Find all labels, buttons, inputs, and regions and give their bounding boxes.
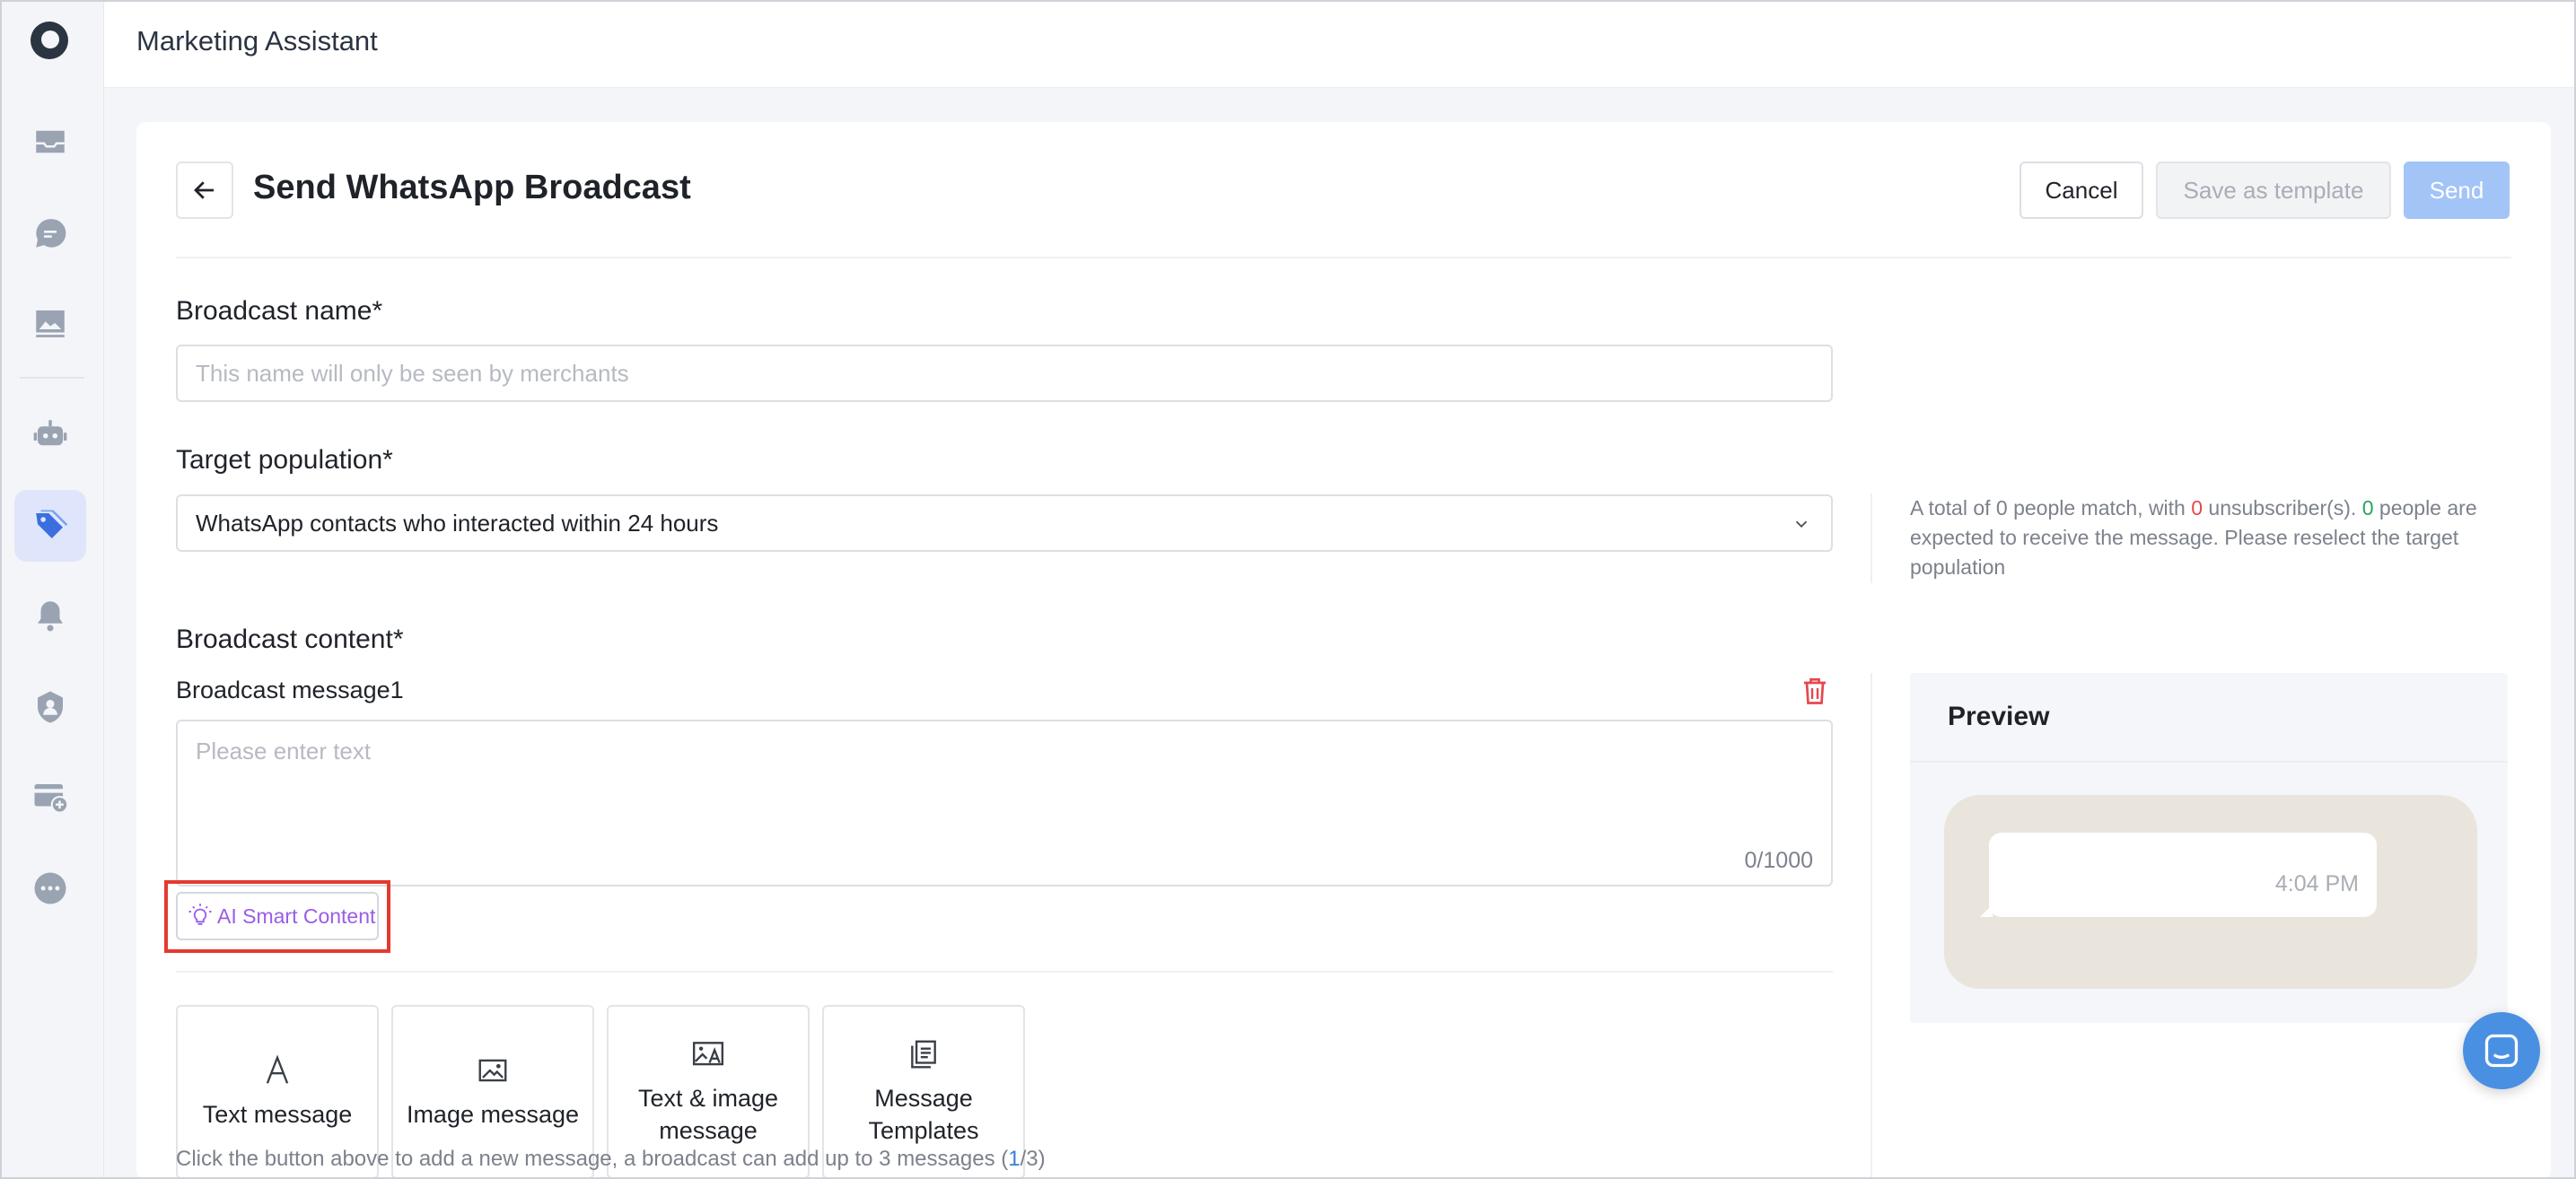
sidebar-item-chat[interactable] xyxy=(14,197,86,269)
sidebar-item-mail[interactable] xyxy=(14,106,86,178)
add-message-hint: Click the button above to add a new mess… xyxy=(176,1147,1046,1171)
sidebar-item-more[interactable] xyxy=(14,852,86,924)
robot-icon xyxy=(33,420,67,446)
templates-icon xyxy=(911,1040,936,1069)
target-population-select[interactable]: WhatsApp contacts who interacted within … xyxy=(176,494,1833,552)
text-image-icon xyxy=(692,1042,724,1066)
chat-bubble-icon xyxy=(36,219,66,248)
send-button[interactable]: Send xyxy=(2404,162,2510,219)
sidebar-divider xyxy=(20,377,84,379)
app-title: Marketing Assistant xyxy=(136,25,378,57)
arrow-left-icon xyxy=(194,181,214,199)
vertical-divider-bottom xyxy=(1871,673,1872,1179)
sidebar-item-gallery[interactable] xyxy=(14,287,86,359)
lightbulb-icon xyxy=(188,904,212,925)
broadcast-name-label: Broadcast name* xyxy=(176,296,383,326)
receiver-count: 0 xyxy=(2361,496,2374,520)
ai-smart-content-label: AI Smart Content xyxy=(217,904,376,928)
target-population-label: Target population* xyxy=(176,445,393,475)
vertical-divider-top xyxy=(1871,493,1872,583)
message-placeholder: Please enter text xyxy=(196,738,372,764)
app-logo[interactable] xyxy=(31,22,68,59)
chat-preview-background: 4:04 PM xyxy=(1944,795,2477,989)
preview-panel: Preview 4:04 PM xyxy=(1910,673,2508,1023)
cancel-button[interactable]: Cancel xyxy=(2020,162,2143,219)
tags-icon xyxy=(36,510,68,538)
broadcast-message-label: Broadcast message1 xyxy=(176,677,404,703)
bell-icon xyxy=(38,601,63,632)
broadcast-content-label: Broadcast content* xyxy=(176,624,404,654)
chat-support-icon xyxy=(2484,1034,2519,1068)
sidebar xyxy=(0,0,104,1179)
image-gallery-icon xyxy=(36,310,65,337)
sidebar-item-marketing[interactable] xyxy=(14,490,86,562)
content-divider xyxy=(176,971,1833,973)
more-icon xyxy=(34,872,66,904)
message-count-current: 1 xyxy=(1008,1147,1021,1171)
text-a-icon xyxy=(266,1054,289,1084)
preview-title: Preview xyxy=(1910,673,2508,763)
broadcast-card: Send WhatsApp Broadcast Cancel Save as t… xyxy=(136,122,2551,1179)
image-icon xyxy=(478,1059,507,1082)
sidebar-item-notifications[interactable] xyxy=(14,580,86,651)
top-header: Marketing Assistant xyxy=(104,0,2576,88)
page-title: Send WhatsApp Broadcast xyxy=(253,169,691,206)
sidebar-item-channels[interactable] xyxy=(14,761,86,833)
unsubscriber-count: 0 xyxy=(2191,496,2204,520)
chevron-down-icon xyxy=(1795,520,1808,528)
save-as-template-button[interactable]: Save as template xyxy=(2156,162,2391,219)
card-add-icon xyxy=(34,784,69,814)
mail-icon xyxy=(36,130,65,153)
message-bubble: 4:04 PM xyxy=(1980,833,2377,917)
message-textarea[interactable]: Please enter text 0/1000 xyxy=(176,720,1833,886)
support-chat-button[interactable] xyxy=(2463,1012,2540,1089)
header-divider xyxy=(176,257,2511,258)
broadcast-name-input[interactable]: This name will only be seen by merchants xyxy=(176,345,1833,402)
message-time: 4:04 PM xyxy=(2274,871,2359,896)
ai-smart-content-button[interactable]: AI Smart Content xyxy=(176,892,379,940)
character-counter: 0/1000 xyxy=(1744,848,1813,873)
shield-user-icon xyxy=(38,691,63,723)
back-button[interactable] xyxy=(176,162,233,219)
sidebar-item-robot[interactable] xyxy=(14,398,86,470)
target-population-value: WhatsApp contacts who interacted within … xyxy=(196,509,719,537)
match-summary-note: A total of 0 people match, with 0 unsubs… xyxy=(1910,496,2477,579)
trash-icon[interactable] xyxy=(1799,673,1831,709)
sidebar-item-contacts[interactable] xyxy=(14,671,86,743)
